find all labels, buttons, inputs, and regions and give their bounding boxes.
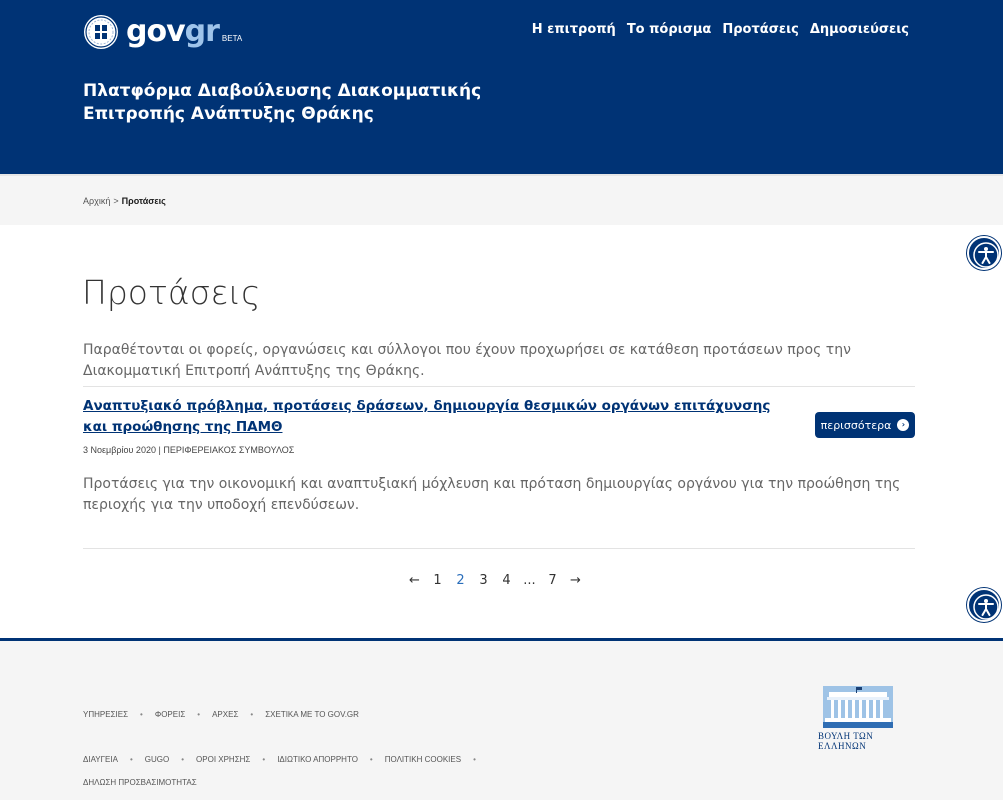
footer-dot: •: [250, 710, 254, 719]
footer-link-services[interactable]: ΥΠΗΡΕΣΙΕΣ: [83, 710, 128, 719]
site-header: govgr BETA Η επιτροπή Το πόρισμα Προτάσε…: [0, 0, 1003, 174]
page-title: Προτάσεις: [82, 273, 261, 312]
logo-wordmark: govgr: [126, 14, 220, 50]
nav-committee[interactable]: Η επιτροπή: [532, 22, 616, 37]
proposal-title-link[interactable]: Αναπτυξιακό πρόβλημα, προτάσεις δράσεων,…: [83, 396, 783, 438]
parliament-logo[interactable]: ΒΟΥΛΗ ΤΩΝ ΕΛΛΗΝΩΝ: [818, 686, 918, 751]
footer-links-row: ΔΙΑΥΓΕΙΑ • GUGO • ΟΡΟΙ ΧΡΗΣΗΣ • ΙΔΙΩΤΙΚΟ ΑΠ…: [83, 755, 488, 764]
nav-publications[interactable]: Δημοσιεύσεις: [810, 22, 909, 37]
pagination-page[interactable]: 3: [472, 573, 495, 588]
footer-dot: •: [181, 755, 185, 764]
top-nav: Η επιτροπή Το πόρισμα Προτάσεις Δημοσιεύ…: [532, 22, 909, 37]
breadcrumb-separator: >: [113, 196, 119, 206]
more-button[interactable]: περισσότερα ›: [815, 412, 915, 438]
govgr-logo[interactable]: govgr BETA: [84, 14, 242, 50]
more-button-label: περισσότερα: [820, 418, 892, 432]
footer-link-terms[interactable]: ΟΡΟΙ ΧΡΗΣΗΣ: [196, 755, 250, 764]
beta-label: BETA: [221, 33, 243, 43]
accessibility-button[interactable]: [967, 588, 1001, 622]
pagination-page[interactable]: 4: [495, 573, 518, 588]
pagination-page[interactable]: 1: [426, 573, 449, 588]
accessibility-icon: [973, 242, 999, 268]
greek-emblem-icon: [84, 15, 118, 49]
footer-link-about[interactable]: ΣΧΕΤΙΚΑ ΜΕ ΤΟ GOV.GR: [265, 710, 359, 719]
parliament-name: ΒΟΥΛΗ ΤΩΝ ΕΛΛΗΝΩΝ: [818, 731, 874, 751]
footer-dot: •: [262, 755, 266, 764]
pagination-prev[interactable]: ←: [403, 573, 426, 588]
logo-gov: gov: [126, 14, 186, 49]
proposal-meta: 3 Νοεμβρίου 2020 | ΠΕΡΙΦΕΡΕΙΑΚΟΣ ΣΥΜΒΟΥΛ…: [83, 445, 294, 455]
pagination: ← 1 2 3 4 ... 7 →: [403, 573, 587, 588]
footer-links-row: ΔΗΛΩΣΗ ΠΡΟΣΒΑΣΙΜΟΤΗΤΑΣ: [83, 778, 197, 787]
pagination-page-current[interactable]: 2: [449, 573, 472, 588]
breadcrumb-bar: Αρχική > Προτάσεις: [0, 174, 1003, 225]
footer-links-row: ΥΠΗΡΕΣΙΕΣ • ΦΟΡΕΙΣ • ΑΡΧΕΣ • ΣΧΕΤΙΚΑ ΜΕ ΤΟ …: [83, 710, 359, 719]
parliament-building-icon: [823, 686, 893, 728]
proposal-description: Προτάσεις για την οικονομική και αναπτυξ…: [83, 476, 901, 513]
meta-separator: |: [158, 445, 161, 455]
footer-link-gugo[interactable]: GUGO: [145, 755, 169, 764]
nav-proposals[interactable]: Προτάσεις: [722, 22, 798, 37]
breadcrumb-current: Προτάσεις: [121, 196, 166, 206]
pagination-ellipsis: ...: [523, 573, 536, 588]
footer-link-authorities[interactable]: ΑΡΧΕΣ: [212, 710, 238, 719]
divider: [83, 548, 915, 549]
accessibility-icon: [973, 594, 999, 620]
footer-link-privacy[interactable]: ΙΔΙΩΤΙΚΟ ΑΠΟΡΡΗΤΟ: [277, 755, 358, 764]
footer-dot: •: [140, 710, 143, 719]
footer-dot: •: [129, 755, 133, 764]
footer-dot: •: [369, 755, 373, 764]
pagination-next[interactable]: →: [564, 573, 587, 588]
proposal-date: 3 Νοεμβρίου 2020: [83, 445, 156, 455]
logo-gr: gr: [184, 14, 220, 49]
footer-link-accessibility[interactable]: ΔΗΛΩΣΗ ΠΡΟΣΒΑΣΙΜΟΤΗΤΑΣ: [83, 778, 197, 787]
footer-link-agencies[interactable]: ΦΟΡΕΙΣ: [155, 710, 185, 719]
proposal-author: ΠΕΡΙΦΕΡΕΙΑΚΟΣ ΣΥΜΒΟΥΛΟΣ: [163, 445, 295, 455]
footer-link-diavgeia[interactable]: ΔΙΑΥΓΕΙΑ: [83, 755, 118, 764]
site-title: Πλατφόρμα Διαβούλευσης Διακομματικής Επι…: [83, 81, 482, 124]
intro-text: Παραθέτονται οι φορείς, οργανώσεις και σ…: [83, 342, 851, 379]
accessibility-button[interactable]: [967, 236, 1001, 270]
breadcrumb-home[interactable]: Αρχική: [83, 196, 110, 206]
nav-report[interactable]: Το πόρισμα: [627, 22, 712, 37]
footer-dot: •: [197, 710, 201, 719]
footer-link-cookies[interactable]: ΠΟΛΙΤΙΚΗ COOKIES: [385, 755, 461, 764]
divider: [83, 386, 915, 387]
breadcrumb: Αρχική > Προτάσεις: [83, 196, 166, 206]
pagination-page[interactable]: 7: [541, 573, 564, 588]
footer-dot: •: [473, 755, 476, 764]
chevron-right-circle-icon: ›: [897, 419, 910, 431]
